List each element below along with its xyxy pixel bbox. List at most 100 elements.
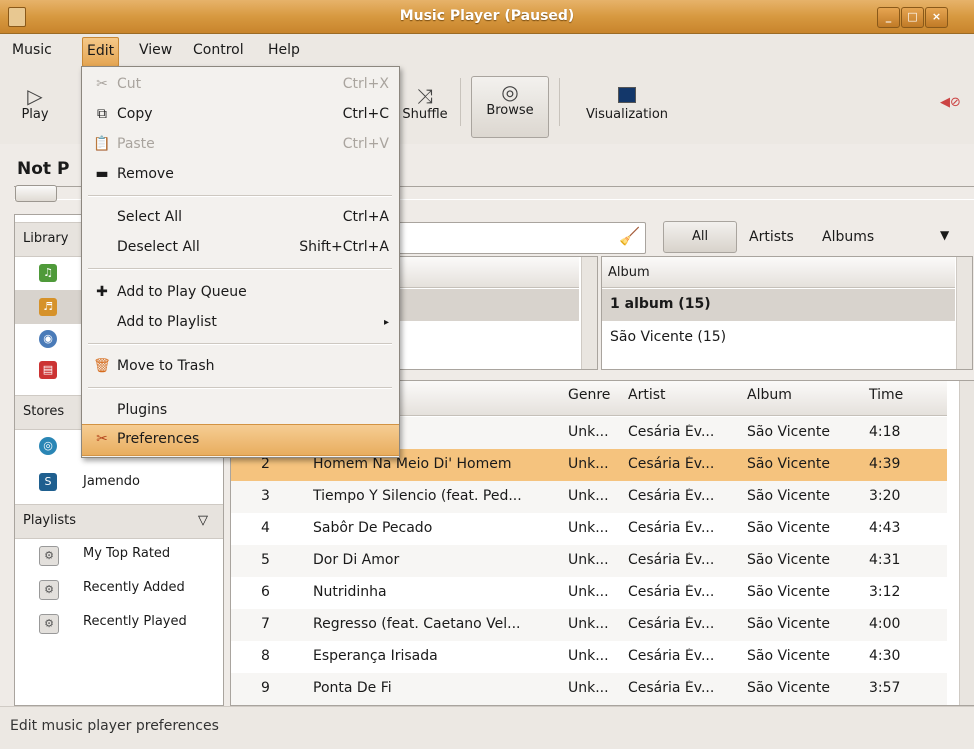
visualization-button[interactable]: Visualization [572, 85, 682, 122]
track-cell-album: São Vicente [747, 456, 830, 472]
toolbar-separator [559, 78, 560, 126]
artist-column-header[interactable]: Artist [628, 387, 666, 403]
sidebar-item-label: Recently Played [83, 614, 187, 629]
edit-menu: ✂ Cut Ctrl+X ⧉ Copy Ctrl+C 📋 Paste Ctrl+… [81, 66, 400, 458]
status-text: Edit music player preferences [10, 718, 219, 734]
maximize-button[interactable]: □ [901, 7, 924, 28]
play-label: Play [21, 107, 49, 122]
track-cell-time: 3:57 [869, 680, 901, 696]
album-all-row[interactable]: 1 album (15) [602, 289, 955, 321]
track-cell-artist: Cesária Év... [628, 616, 715, 632]
track-cell-num: 9 [261, 680, 270, 696]
menu-help[interactable]: Help [268, 42, 300, 58]
menu-control[interactable]: Control [193, 42, 244, 58]
table-row[interactable]: 4 Sabôr De Pecado Unk... Cesária Év... São V… [231, 513, 947, 545]
track-cell-title: Tiempo Y Silencio (feat. Ped... [313, 488, 522, 504]
album-scrollbar[interactable] [956, 257, 972, 369]
track-cell-title: Homem Na Meio Di' Homem [313, 456, 512, 472]
menu-item-deselect-all[interactable]: Deselect All Shift+Ctrl+A [82, 233, 399, 263]
filter-artists-button[interactable]: Artists [749, 229, 794, 245]
menu-item-select-all[interactable]: Select All Ctrl+A [82, 203, 399, 233]
sidebar-item-top-rated[interactable]: ⚙ My Top Rated [15, 538, 223, 572]
filter-albums-button[interactable]: Albums [822, 229, 874, 245]
track-cell-genre: Unk... [568, 584, 609, 600]
remove-icon: ▬ [95, 166, 109, 182]
artist-scrollbar[interactable] [581, 257, 597, 369]
track-cell-num: 4 [261, 520, 270, 536]
menu-item-add-to-playlist[interactable]: Add to Playlist ▸ [82, 308, 399, 338]
minimize-button[interactable]: _ [877, 7, 900, 28]
menu-view[interactable]: View [139, 42, 172, 58]
track-cell-album: São Vicente [747, 680, 830, 696]
add-icon: ✚ [96, 284, 108, 300]
table-row[interactable]: 7 Regresso (feat. Caetano Vel... Unk... Ces… [231, 609, 947, 641]
menu-item-move-to-trash[interactable]: 🗑 Move to Trash [82, 352, 399, 382]
track-cell-artist: Cesária Év... [628, 680, 715, 696]
track-cell-genre: Unk... [568, 680, 609, 696]
genre-column-header[interactable]: Genre [568, 387, 610, 403]
track-cell-artist: Cesária Év... [628, 648, 715, 664]
track-cell-title: Nutridinha [313, 584, 387, 600]
sidebar-item-label: Recently Added [83, 580, 185, 595]
scissors-icon: ✂ [96, 76, 108, 92]
table-row[interactable]: 8 Esperança Irisada Unk... Cesária Év... São… [231, 641, 947, 673]
table-row[interactable]: 3 Tiempo Y Silencio (feat. Ped... Unk... Ce… [231, 481, 947, 513]
track-cell-num: 5 [261, 552, 270, 568]
submenu-arrow-icon: ▸ [383, 317, 389, 328]
tracklist-scrollbar[interactable] [959, 381, 974, 705]
track-cell-title: Regresso (feat. Caetano Vel... [313, 616, 521, 632]
menu-item-add-to-queue[interactable]: ✚ Add to Play Queue [82, 278, 399, 308]
album-row[interactable]: São Vicente (15) [602, 323, 955, 353]
sidebar-item-jamendo[interactable]: S Jamendo [15, 465, 223, 499]
track-cell-artist: Cesária Év... [628, 584, 715, 600]
close-button[interactable]: × [925, 7, 948, 28]
table-row[interactable]: 5 Dor Di Amor Unk... Cesária Év... São Vicen… [231, 545, 947, 577]
status-bar: Edit music player preferences [0, 706, 974, 749]
album-column-header[interactable]: Album [602, 257, 955, 288]
podcast-icon: ◉ [39, 330, 57, 348]
playlists-header[interactable]: Playlists ▽ [15, 504, 223, 539]
menu-item-plugins[interactable]: Plugins [82, 396, 399, 426]
track-cell-genre: Unk... [568, 520, 609, 536]
track-cell-genre: Unk... [568, 456, 609, 472]
browse-label: Browse [486, 103, 534, 118]
smart-playlist-icon: ⚙ [39, 614, 59, 634]
track-cell-genre: Unk... [568, 552, 609, 568]
menu-item-cut[interactable]: ✂ Cut Ctrl+X [82, 70, 399, 100]
play-button[interactable]: ▷ Play [10, 85, 60, 122]
track-cell-genre: Unk... [568, 648, 609, 664]
jamendo-icon: S [39, 473, 57, 491]
progress-thumb[interactable] [15, 185, 57, 202]
title-bar: Music Player (Paused) _ □ × [0, 0, 974, 34]
music-library-icon: ♫ [39, 264, 57, 282]
album-column-header[interactable]: Album [747, 387, 792, 403]
menu-edit[interactable]: Edit [82, 37, 120, 67]
track-cell-artist: Cesária Év... [628, 488, 715, 504]
track-cell-num: 2 [261, 456, 270, 472]
table-row[interactable]: 9 Ponta De Fi Unk... Cesária Év... São Vicen… [231, 673, 947, 705]
menu-item-copy[interactable]: ⧉ Copy Ctrl+C [82, 100, 399, 130]
filter-dropdown-icon[interactable]: ▼ [940, 228, 949, 242]
time-column-header[interactable]: Time [869, 387, 903, 403]
menu-item-preferences[interactable]: ✂ Preferences [82, 424, 399, 456]
track-cell-num: 7 [261, 616, 270, 632]
track-cell-album: São Vicente [747, 424, 830, 440]
sidebar-item-recently-added[interactable]: ⚙ Recently Added [15, 572, 223, 606]
table-row[interactable]: 6 Nutridinha Unk... Cesária Év... São Vicent… [231, 577, 947, 609]
sidebar-item-recently-played[interactable]: ⚙ Recently Played [15, 606, 223, 640]
collapse-icon: ▽ [198, 513, 208, 528]
menu-item-paste[interactable]: 📋 Paste Ctrl+V [82, 130, 399, 160]
volume-muted-icon[interactable]: ◀⊘ [940, 95, 961, 110]
track-cell-album: São Vicente [747, 648, 830, 664]
play-icon: ▷ [27, 84, 43, 108]
menu-music[interactable]: Music [12, 42, 52, 58]
menu-separator [88, 195, 392, 197]
sidebar-item-label: My Top Rated [83, 546, 171, 561]
filter-all-button[interactable]: All [663, 221, 737, 253]
menu-item-remove[interactable]: ▬ Remove [82, 160, 399, 190]
browse-button[interactable]: ◎ Browse [471, 76, 549, 138]
clear-search-icon[interactable]: 🧹 [619, 227, 640, 247]
browse-icon: ◎ [501, 80, 519, 104]
menubar: Music Edit View Control Help [0, 34, 974, 67]
sidebar-item-label: Jamendo [83, 474, 140, 489]
